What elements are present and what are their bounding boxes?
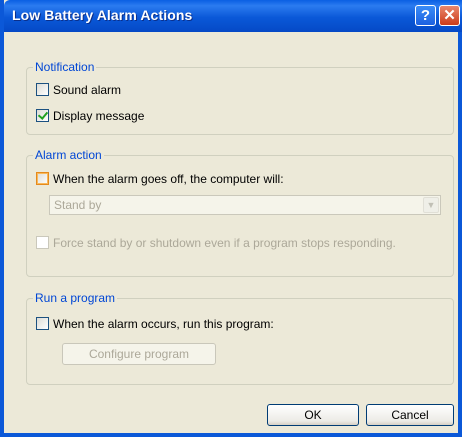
display-message-checkbox[interactable]: Display message	[36, 109, 144, 125]
force-standby-label: Force stand by or shutdown even if a pro…	[53, 236, 396, 250]
run-program-legend: Run a program	[35, 291, 116, 305]
ok-button[interactable]: OK	[267, 404, 359, 426]
display-message-check-box[interactable]	[36, 109, 49, 122]
help-button[interactable]: ?	[415, 5, 436, 26]
when-occurs-checkbox[interactable]: When the alarm occurs, run this program:	[36, 317, 274, 333]
alarm-action-legend: Alarm action	[35, 148, 102, 162]
force-standby-check-box[interactable]	[36, 236, 49, 249]
sound-alarm-check-box[interactable]	[36, 83, 49, 96]
configure-program-button[interactable]: Configure program	[62, 343, 216, 365]
chevron-down-icon[interactable]: ▼	[423, 197, 439, 213]
action-select[interactable]: Stand by ▼	[49, 195, 441, 215]
cancel-button[interactable]: Cancel	[366, 404, 454, 426]
display-message-label: Display message	[53, 109, 145, 123]
action-select-value: Stand by	[54, 198, 102, 212]
window-title: Low Battery Alarm Actions	[12, 7, 193, 23]
when-alarm-label: When the alarm goes off, the computer wi…	[53, 172, 284, 186]
notification-legend: Notification	[35, 60, 95, 74]
run-program-group: Run a program	[26, 291, 454, 385]
sound-alarm-label: Sound alarm	[53, 83, 122, 97]
sound-alarm-checkbox[interactable]: Sound alarm	[36, 83, 121, 99]
when-alarm-check-box[interactable]	[36, 172, 49, 185]
title-bar[interactable]: Low Battery Alarm Actions ? ✕	[4, 0, 462, 32]
force-standby-checkbox[interactable]: Force stand by or shutdown even if a pro…	[36, 236, 396, 252]
close-button[interactable]: ✕	[439, 5, 460, 26]
when-occurs-label: When the alarm occurs, run this program:	[53, 317, 274, 331]
when-alarm-checkbox[interactable]: When the alarm goes off, the computer wi…	[36, 172, 284, 188]
when-occurs-check-box[interactable]	[36, 317, 49, 330]
